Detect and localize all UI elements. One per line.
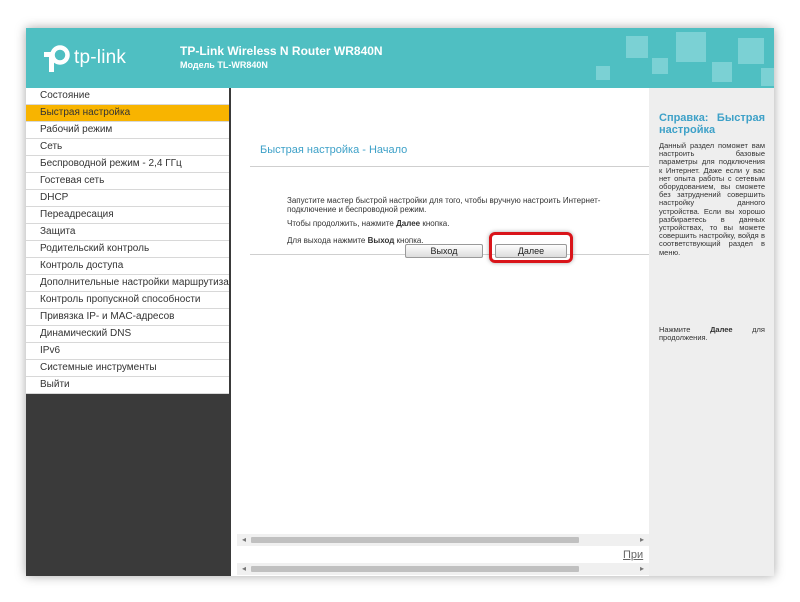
next-button[interactable]: Далее (495, 244, 567, 258)
sidebar-item[interactable]: Беспроводной режим - 2,4 ГГц (26, 156, 229, 173)
sidebar: Состояние Быстрая настройка Рабочий режим С… (26, 88, 231, 576)
sidebar-item[interactable]: Рабочий режим (26, 122, 229, 139)
arrow-left-icon[interactable]: ◂ (239, 535, 249, 544)
sidebar-item[interactable]: Переадресация (26, 207, 229, 224)
arrow-right-icon[interactable]: ▸ (637, 535, 647, 544)
divider (250, 166, 649, 167)
arrow-right-icon[interactable]: ▸ (637, 564, 647, 573)
sidebar-item[interactable]: Выйти (26, 377, 229, 394)
sidebar-item[interactable]: Контроль пропускной способности (26, 292, 229, 309)
intro-text: Запустите мастер быстрой настройки для т… (287, 196, 601, 214)
header-banner: tp-link TP-Link Wireless N Router WR840N… (26, 28, 774, 88)
arrow-left-icon[interactable]: ◂ (239, 564, 249, 573)
sidebar-item[interactable]: Динамический DNS (26, 326, 229, 343)
sidebar-item[interactable]: DHCP (26, 190, 229, 207)
scrollbar-thumb[interactable] (251, 537, 579, 543)
page-title: Быстрая настройка - Начало (260, 144, 408, 156)
sidebar-item[interactable]: Дополнительные настройки маршрутизации (26, 275, 229, 292)
sidebar-item[interactable]: Защита (26, 224, 229, 241)
logo-text: tp-link (74, 47, 127, 68)
main-content: Быстрая настройка - Начало Запустите мас… (237, 88, 649, 576)
router-admin-window: tp-link TP-Link Wireless N Router WR840N… (26, 28, 774, 576)
sidebar-item[interactable]: Привязка IP- и MAC-адресов (26, 309, 229, 326)
sidebar-item[interactable]: Родительский контроль (26, 241, 229, 258)
sidebar-item[interactable]: Состояние (26, 88, 229, 105)
sidebar-item[interactable]: Контроль доступа (26, 258, 229, 275)
router-model: Модель TL-WR840N (180, 60, 268, 70)
sidebar-item[interactable]: Сеть (26, 139, 229, 156)
scrollbar-thumb[interactable] (251, 566, 579, 572)
exit-button[interactable]: Выход (405, 244, 483, 258)
tp-link-logo[interactable]: tp-link (40, 42, 126, 74)
sidebar-item[interactable]: Гостевая сеть (26, 173, 229, 190)
help-panel: Справка: Быстрая настройка Данный раздел… (649, 88, 774, 576)
sidebar-item[interactable]: Системные инструменты (26, 360, 229, 377)
router-title: TP-Link Wireless N Router WR840N (180, 44, 383, 58)
sidebar-menu: Состояние Быстрая настройка Рабочий режим С… (26, 88, 229, 394)
sidebar-item[interactable]: Быстрая настройка (26, 105, 229, 122)
help-continue-text: Нажмите Далее для продолжения. (659, 325, 765, 343)
help-title: Справка: Быстрая настройка (659, 112, 765, 136)
page-link[interactable]: При (623, 549, 643, 561)
help-text: Данный раздел поможет вам настроить базо… (659, 141, 765, 257)
horizontal-scrollbar-bottom[interactable]: ◂ ▸ (237, 563, 649, 575)
continue-hint: Чтобы продолжить, нажмите Далее кнопка. (287, 219, 450, 228)
tp-link-logo-icon (44, 45, 70, 72)
sidebar-item[interactable]: IPv6 (26, 343, 229, 360)
horizontal-scrollbar[interactable]: ◂ ▸ (237, 534, 649, 546)
